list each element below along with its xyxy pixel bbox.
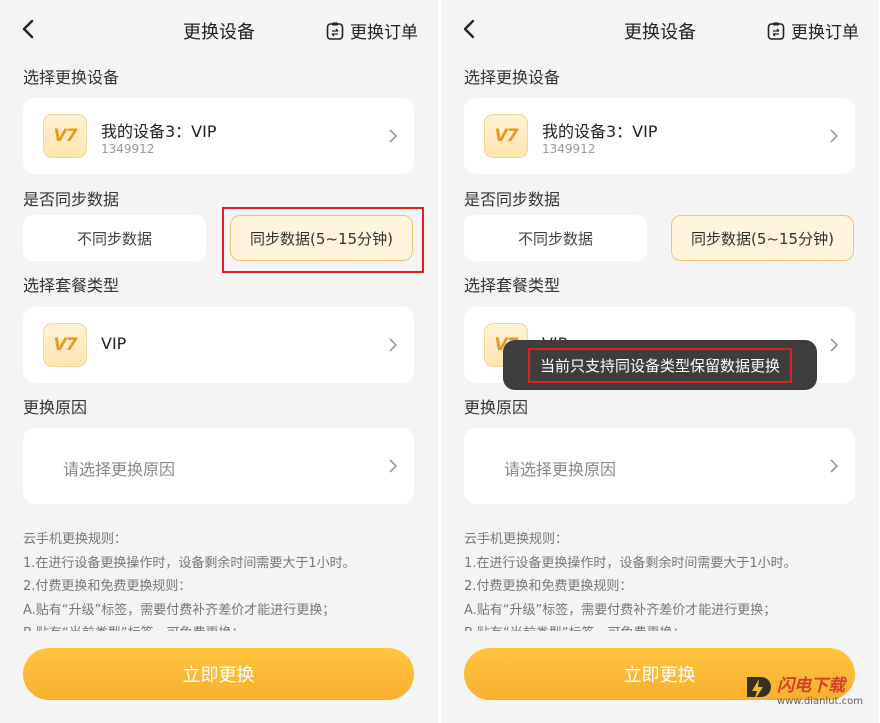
rules-line: A.贴有“升级”标签，需要付费补齐差价才能进行更换； bbox=[464, 602, 777, 618]
chevron-right-icon bbox=[830, 459, 839, 473]
device-section-label: 选择更换设备 bbox=[464, 68, 561, 87]
chevron-right-icon bbox=[830, 338, 839, 352]
reason-placeholder: 请选择更换原因 bbox=[63, 460, 176, 479]
app-logo-icon: V7 bbox=[43, 323, 87, 367]
header: 更换设备 更换订单 bbox=[0, 0, 438, 62]
package-card[interactable]: V7 VIP bbox=[23, 307, 414, 383]
screen-right: 更换设备 更换订单 选择更换设备 V7 我的设备3：VIP 1349912 是否… bbox=[441, 0, 879, 723]
rules-text: 云手机更换规则： 1.在进行设备更换操作时，设备剩余时间需要大于1小时。 2.付… bbox=[464, 528, 859, 631]
sync-option-yes[interactable]: 同步数据(5~15分钟) bbox=[671, 215, 854, 261]
rules-text: 云手机更换规则： 1.在进行设备更换操作时，设备剩余时间需要大于1小时。 2.付… bbox=[23, 528, 418, 631]
rules-line: 1.在进行设备更换操作时，设备剩余时间需要大于1小时。 bbox=[464, 555, 797, 571]
device-id: 1349912 bbox=[101, 142, 155, 156]
watermark: 闪电下载 www.dianlut.com bbox=[743, 671, 863, 707]
rules-line: 2.付费更换和免费更换规则： bbox=[23, 579, 192, 594]
orders-label: 更换订单 bbox=[791, 23, 859, 43]
orders-button[interactable]: 更换订单 bbox=[325, 18, 418, 43]
package-name: VIP bbox=[101, 334, 127, 353]
package-section-label: 选择套餐类型 bbox=[464, 276, 561, 295]
sync-section-label: 是否同步数据 bbox=[23, 190, 120, 209]
device-name: 我的设备3：VIP bbox=[542, 122, 658, 141]
lightning-logo-icon bbox=[747, 677, 772, 701]
orders-icon bbox=[326, 22, 344, 40]
rules-line: 2.付费更换和免费更换规则： bbox=[464, 579, 633, 594]
rules-line: A.贴有“升级”标签，需要付费补齐差价才能进行更换； bbox=[23, 602, 336, 618]
rules-line: B.贴有“当前类型”标签，可免费更换； bbox=[23, 622, 418, 631]
sync-option-no[interactable]: 不同步数据 bbox=[464, 215, 647, 261]
header: 更换设备 更换订单 bbox=[441, 0, 879, 62]
chevron-right-icon bbox=[389, 129, 398, 143]
device-id: 1349912 bbox=[542, 142, 596, 156]
chevron-right-icon bbox=[389, 459, 398, 473]
reason-select[interactable]: 请选择更换原因 bbox=[23, 428, 414, 504]
app-logo-icon: V7 bbox=[484, 114, 528, 158]
highlight-box bbox=[222, 207, 424, 273]
rules-line: 云手机更换规则： bbox=[23, 532, 128, 547]
package-section-label: 选择套餐类型 bbox=[23, 276, 120, 295]
orders-icon bbox=[767, 22, 785, 40]
app-logo-icon: V7 bbox=[43, 114, 87, 158]
sync-section-label: 是否同步数据 bbox=[464, 190, 561, 209]
rules-line: B.贴有“当前类型”标签，可免费更换； bbox=[464, 622, 859, 631]
rules-line: 云手机更换规则： bbox=[464, 532, 569, 547]
watermark-name: 闪电下载 bbox=[777, 676, 846, 696]
rules-line: 1.在进行设备更换操作时，设备剩余时间需要大于1小时。 bbox=[23, 555, 356, 571]
reason-section-label: 更换原因 bbox=[464, 398, 529, 417]
device-card[interactable]: V7 我的设备3：VIP 1349912 bbox=[464, 98, 855, 174]
toast-message: 当前只支持同设备类型保留数据更换 bbox=[503, 340, 817, 390]
reason-section-label: 更换原因 bbox=[23, 398, 88, 417]
chevron-right-icon bbox=[389, 338, 398, 352]
orders-label: 更换订单 bbox=[350, 23, 418, 43]
confirm-change-button[interactable]: 立即更换 bbox=[23, 648, 414, 700]
sync-option-no[interactable]: 不同步数据 bbox=[23, 215, 206, 261]
toast-text: 当前只支持同设备类型保留数据更换 bbox=[527, 347, 792, 383]
chevron-right-icon bbox=[830, 129, 839, 143]
screen-left: 更换设备 更换订单 选择更换设备 V7 我的设备3：VIP 1349912 是否… bbox=[0, 0, 438, 723]
device-name: 我的设备3：VIP bbox=[101, 122, 217, 141]
reason-select[interactable]: 请选择更换原因 bbox=[464, 428, 855, 504]
device-card[interactable]: V7 我的设备3：VIP 1349912 bbox=[23, 98, 414, 174]
orders-button[interactable]: 更换订单 bbox=[766, 18, 859, 43]
device-section-label: 选择更换设备 bbox=[23, 68, 120, 87]
reason-placeholder: 请选择更换原因 bbox=[504, 460, 617, 479]
watermark-url: www.dianlut.com bbox=[777, 696, 863, 707]
